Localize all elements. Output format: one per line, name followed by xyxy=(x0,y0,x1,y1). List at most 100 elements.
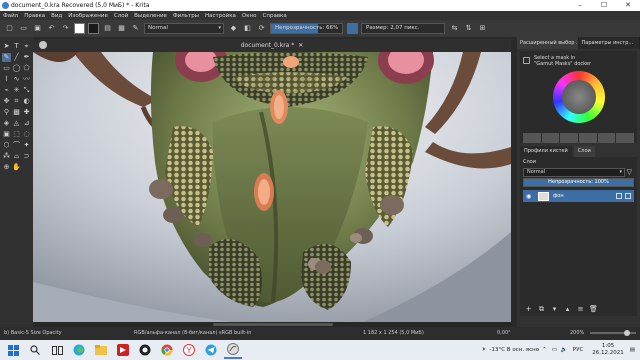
search-icon[interactable] xyxy=(26,341,44,359)
menu-select[interactable]: Выделение xyxy=(131,13,170,19)
yandex-browser-icon[interactable]: Y xyxy=(180,341,198,359)
system-clock[interactable]: 1:05 26.12.2021 xyxy=(592,343,624,357)
media-app-icon[interactable] xyxy=(114,341,132,359)
undo-icon[interactable]: ↶ xyxy=(46,23,57,34)
edit-shapes-icon[interactable]: ⌖ xyxy=(22,42,31,51)
maximize-button[interactable]: ☐ xyxy=(592,0,616,11)
redo-icon[interactable]: ↷ xyxy=(60,23,71,34)
alpha-lock-icon[interactable] xyxy=(616,193,622,199)
duplicate-layer-icon[interactable]: ⧉ xyxy=(536,305,547,314)
color-wheel[interactable] xyxy=(553,71,605,123)
measure-tool-icon[interactable]: ⊿ xyxy=(22,119,31,128)
scrollbar-thumb[interactable] xyxy=(213,323,333,326)
opacity-lock-icon[interactable] xyxy=(347,23,358,34)
tab-brush-presets[interactable]: Профили кистей xyxy=(520,146,572,157)
menu-file[interactable]: Файл xyxy=(0,13,21,19)
reference-tool-icon[interactable]: ▣ xyxy=(2,130,11,139)
color-picker-icon[interactable]: ⚲ xyxy=(2,108,11,117)
search-app-icon[interactable] xyxy=(136,341,154,359)
new-document-icon[interactable]: ▢ xyxy=(4,23,15,34)
smart-patch-icon[interactable]: ✚ xyxy=(22,108,31,117)
fill-tool-icon[interactable]: ◈ xyxy=(2,119,11,128)
menu-window[interactable]: Окно xyxy=(239,13,260,19)
edge-browser-icon[interactable] xyxy=(70,341,88,359)
mirror-vertical-icon[interactable]: ⇅ xyxy=(463,23,474,34)
bezier-tool-icon[interactable]: ∿ xyxy=(12,75,21,84)
volume-icon[interactable]: 🔈 xyxy=(561,347,568,353)
pattern-icon[interactable]: ▦ xyxy=(116,23,127,34)
minimize-button[interactable]: – xyxy=(568,0,592,11)
telegram-icon[interactable] xyxy=(202,341,220,359)
text-tool-icon[interactable]: T xyxy=(12,42,21,51)
tray-overflow-icon[interactable]: ⌃ xyxy=(542,347,547,353)
polygon-tool-icon[interactable]: ⬠ xyxy=(22,64,31,73)
gradient-tool-icon[interactable]: ◐ xyxy=(22,97,31,106)
color-history-swatch[interactable] xyxy=(579,133,597,143)
polygon-select-icon[interactable]: ⬡ xyxy=(2,141,11,150)
network-icon[interactable]: ▭ xyxy=(552,347,557,353)
zoom-tool-icon[interactable]: ⊕ xyxy=(2,163,11,172)
color-history-swatch[interactable] xyxy=(616,133,635,143)
tab-tool-options[interactable]: Параметры инстр... xyxy=(578,37,640,49)
menu-filters[interactable]: Фильтры xyxy=(170,13,202,19)
rect-select-icon[interactable]: ⬚ xyxy=(12,130,21,139)
menu-view[interactable]: Вид xyxy=(48,13,65,19)
ellipse-tool-icon[interactable]: ◯ xyxy=(12,64,21,73)
assistant-tool-icon[interactable]: ◬ xyxy=(12,119,21,128)
menu-help[interactable]: Справка xyxy=(260,13,290,19)
weather-icon[interactable]: ☀ xyxy=(482,347,487,353)
layer-properties-icon[interactable]: ≡ xyxy=(575,305,586,314)
wrap-around-icon[interactable]: ⊞ xyxy=(477,23,488,34)
ellipse-select-icon[interactable]: ◌ xyxy=(22,130,31,139)
brush-size-slider[interactable]: Размер: 2,07 пикс. xyxy=(361,23,445,34)
notifications-icon[interactable]: ▤ xyxy=(630,347,635,353)
colorize-mask-icon[interactable]: ▩ xyxy=(12,108,21,117)
language-indicator[interactable]: РУС xyxy=(573,347,584,353)
move-tool-icon[interactable]: ✥ xyxy=(2,97,11,106)
layer-opacity-slider[interactable]: Непрозрачность: 100% xyxy=(523,178,634,187)
zoom-slider-knob[interactable] xyxy=(624,330,630,336)
add-layer-icon[interactable]: + xyxy=(523,305,534,314)
contiguous-select-icon[interactable]: ✦ xyxy=(22,141,31,150)
move-layer-up-icon[interactable]: ▴ xyxy=(562,305,573,314)
save-icon[interactable]: ▣ xyxy=(32,23,43,34)
layer-row[interactable]: ◉ фон xyxy=(523,190,634,202)
open-document-icon[interactable]: ▭ xyxy=(18,23,29,34)
tab-layers[interactable]: Слои xyxy=(573,146,595,157)
file-explorer-icon[interactable] xyxy=(92,341,110,359)
magnetic-select-icon[interactable]: ⊃ xyxy=(22,152,31,161)
color-history-swatch[interactable] xyxy=(523,133,541,143)
reload-preset-icon[interactable]: ⟳ xyxy=(256,23,267,34)
task-view-icon[interactable] xyxy=(48,341,66,359)
freehand-brush-icon[interactable]: ✎ xyxy=(2,53,11,62)
dynamic-brush-icon[interactable]: ⌁ xyxy=(2,86,11,95)
menu-image[interactable]: Изображение xyxy=(65,13,111,19)
bezier-select-icon[interactable]: ⌓ xyxy=(12,152,21,161)
windows-start-icon[interactable] xyxy=(4,341,22,359)
weather-text[interactable]: -13°C В осн. ясно xyxy=(489,347,539,353)
multibrush-icon[interactable]: ✳ xyxy=(12,86,21,95)
freehand-path-icon[interactable]: 〰 xyxy=(22,75,31,84)
close-button[interactable]: ✕ xyxy=(616,0,640,11)
layer-filter-icon[interactable]: ▽ xyxy=(625,168,634,177)
background-color-swatch[interactable] xyxy=(88,23,99,34)
menu-layer[interactable]: Слой xyxy=(111,13,131,19)
color-history-swatch[interactable] xyxy=(541,133,560,143)
menu-settings[interactable]: Настройка xyxy=(202,13,239,19)
color-history-swatch[interactable] xyxy=(597,133,616,143)
eraser-mode-icon[interactable]: ◆ xyxy=(228,23,239,34)
chrome-icon[interactable] xyxy=(158,341,176,359)
rectangle-tool-icon[interactable]: ▭ xyxy=(2,64,11,73)
polyline-tool-icon[interactable]: ⌇ xyxy=(2,75,11,84)
blend-mode-dropdown[interactable]: Normal ▾ xyxy=(144,23,224,34)
menu-edit[interactable]: Правка xyxy=(21,13,48,19)
pan-tool-icon[interactable]: ✋ xyxy=(12,163,21,172)
freehand-select-icon[interactable]: ⌒ xyxy=(12,141,21,150)
tab-advanced-color-selector[interactable]: Расширенный выбор ... xyxy=(517,37,579,49)
color-history-swatch[interactable] xyxy=(560,133,579,143)
close-tab-icon[interactable]: ✕ xyxy=(298,42,303,49)
document-tab[interactable]: document_0.kra * ✕ xyxy=(33,39,511,52)
transform-tool-icon[interactable]: ⤡ xyxy=(22,86,31,95)
brush-preset-icon[interactable]: ✎ xyxy=(130,23,141,34)
color-wheel-center[interactable] xyxy=(562,80,596,114)
